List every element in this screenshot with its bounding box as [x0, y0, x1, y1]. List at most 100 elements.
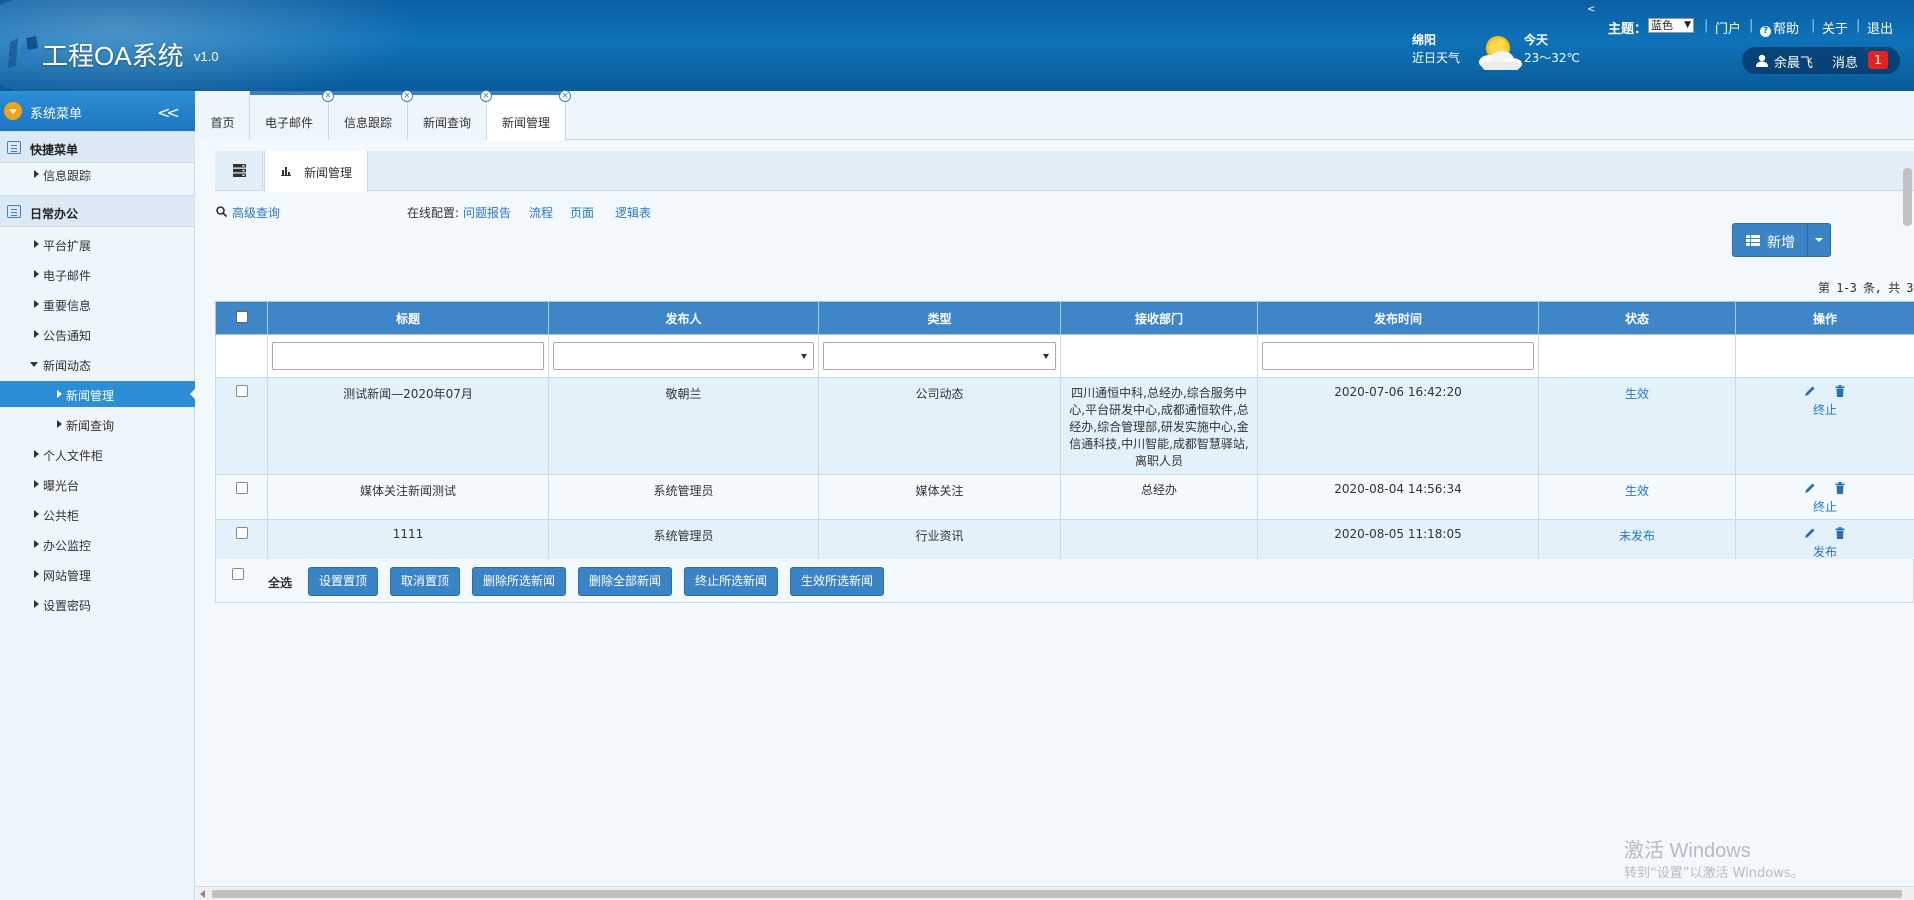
terminate-link[interactable]: 终止 [1736, 498, 1914, 516]
sidebar-item-personal-cabinet[interactable]: 个人文件柜 [0, 441, 195, 467]
sidebar-item-email[interactable]: 电子邮件 [0, 261, 195, 287]
filter-cell [1538, 334, 1736, 378]
help-link[interactable]: ? 帮助 [1760, 18, 1799, 37]
tab-news-query[interactable]: × 新闻查询 [408, 90, 492, 140]
issue-report-link[interactable]: 问题报告 [463, 204, 511, 221]
edit-icon[interactable] [1804, 482, 1816, 494]
close-icon[interactable]: × [559, 90, 571, 102]
vertical-scrollbar[interactable] [1903, 168, 1912, 226]
select-all-checkbox[interactable] [235, 310, 248, 323]
sidebar-item-info-tracking[interactable]: 信息跟踪 [0, 161, 195, 187]
sidebar-item-public-cabinet[interactable]: 公共柜 [0, 501, 195, 527]
sidebar-item-label: 曝光台 [43, 479, 80, 493]
delete-all-button[interactable]: 删除全部新闻 [578, 567, 672, 596]
column-header[interactable]: 状态 [1538, 301, 1736, 335]
close-icon[interactable]: × [322, 90, 334, 102]
close-icon[interactable]: × [401, 90, 413, 102]
chevron-down-icon[interactable] [1815, 238, 1823, 242]
portal-link[interactable]: 门户 [1715, 18, 1741, 37]
close-icon[interactable]: × [480, 90, 492, 102]
status-cell: 未发布 [1538, 519, 1736, 565]
menu-toggle-icon[interactable] [4, 102, 22, 120]
edit-icon[interactable] [1804, 527, 1816, 539]
caret-right-icon [34, 330, 39, 338]
column-header[interactable]: 类型 [818, 301, 1061, 335]
list-icon [7, 141, 21, 154]
sidebar-item-news-query[interactable]: 新闻查询 [0, 411, 195, 437]
tab-email[interactable]: × 电子邮件 [250, 90, 334, 140]
column-header[interactable]: 操作 [1735, 301, 1914, 335]
sidebar-item-exposure[interactable]: 曝光台 [0, 471, 195, 497]
horizontal-scrollbar[interactable] [196, 886, 1914, 900]
select-all-label[interactable]: 全选 [268, 574, 292, 591]
row-checkbox[interactable] [235, 527, 248, 539]
logout-link[interactable]: 退出 [1867, 18, 1893, 37]
header-select-all[interactable] [215, 301, 268, 335]
about-link[interactable]: 关于 [1822, 18, 1848, 37]
tab-info-tracking[interactable]: × 信息跟踪 [329, 90, 413, 140]
row-checkbox[interactable] [235, 385, 248, 397]
activate-selected-button[interactable]: 生效所选新闻 [790, 567, 884, 596]
trash-icon[interactable] [1834, 527, 1846, 539]
advanced-search-link[interactable]: 高级查询 [232, 204, 280, 221]
column-header[interactable]: 接收部门 [1060, 301, 1258, 335]
sidebar-item-news-management[interactable]: 新闻管理 [0, 381, 195, 407]
server-icon[interactable] [215, 151, 263, 191]
workflow-link[interactable]: 流程 [529, 204, 553, 221]
weather-label: 近日天气 [1412, 51, 1461, 65]
sidebar-group-daily-office[interactable]: 日常办公 [0, 195, 195, 227]
tab-home[interactable]: 首页 [196, 91, 250, 140]
sidebar-item-important-info[interactable]: 重要信息 [0, 291, 195, 317]
message-count-badge[interactable]: 1 [1868, 51, 1888, 69]
terminate-selected-button[interactable]: 终止所选新闻 [684, 567, 778, 596]
trash-icon[interactable] [1834, 482, 1846, 494]
publisher-filter-select[interactable] [553, 342, 814, 370]
type-filter-select[interactable] [823, 342, 1056, 370]
sidebar-item-label: 公告通知 [43, 329, 92, 343]
sidebar-item-label: 新闻动态 [43, 359, 92, 373]
user-bar[interactable]: 余晨飞 消息 1 [1742, 47, 1900, 74]
edit-icon[interactable] [1804, 385, 1816, 397]
scrollbar-thumb[interactable] [212, 890, 1902, 898]
sidebar-item-platform-ext[interactable]: 平台扩展 [0, 231, 195, 257]
scroll-left-icon[interactable] [200, 890, 205, 898]
terminate-link[interactable]: 终止 [1736, 401, 1914, 419]
sidebar-item-announcements[interactable]: 公告通知 [0, 321, 195, 347]
page-link[interactable]: 页面 [570, 204, 594, 221]
column-header[interactable]: 发布时间 [1257, 301, 1539, 335]
logic-table-link[interactable]: 逻辑表 [615, 204, 651, 221]
title-filter-input[interactable] [272, 342, 544, 370]
status-link[interactable]: 生效 [1625, 484, 1649, 498]
tab-news-management[interactable]: × 新闻管理 [487, 90, 571, 141]
row-checkbox[interactable] [235, 482, 248, 494]
trash-icon[interactable] [1834, 385, 1846, 397]
title-cell[interactable]: 测试新闻—2020年07月 [267, 377, 549, 475]
sidebar-item-news[interactable]: 新闻动态 [0, 351, 195, 377]
bulk-select-checkbox[interactable] [232, 568, 244, 580]
table-row[interactable]: 1111 系统管理员 行业资讯 2020-08-05 11:18:05 未发布 … [215, 519, 1914, 565]
sidebar-item-set-password[interactable]: 设置密码 [0, 591, 195, 617]
table-row[interactable]: 媒体关注新闻测试 系统管理员 媒体关注 总经办 2020-08-04 14:56… [215, 474, 1914, 520]
set-top-button[interactable]: 设置置顶 [308, 567, 378, 596]
time-cell: 2020-07-06 16:42:20 [1257, 377, 1539, 475]
sidebar-group-quick[interactable]: 快捷菜单 [0, 131, 195, 163]
add-button[interactable]: 新增 [1732, 223, 1831, 257]
status-link[interactable]: 未发布 [1619, 529, 1655, 543]
status-link[interactable]: 生效 [1625, 387, 1649, 401]
collapse-header-icon[interactable]: < [1587, 4, 1595, 15]
delete-selected-button[interactable]: 删除所选新闻 [472, 567, 566, 596]
time-filter-input[interactable] [1262, 342, 1534, 370]
sidebar-item-office-monitor[interactable]: 办公监控 [0, 531, 195, 557]
title-cell[interactable]: 1111 [267, 519, 549, 565]
column-header[interactable]: 标题 [267, 301, 549, 335]
theme-select[interactable]: 蓝色 ▼ [1648, 18, 1694, 33]
collapse-sidebar-icon[interactable]: << [157, 103, 180, 122]
column-header[interactable]: 发布人 [548, 301, 819, 335]
messages-link[interactable]: 消息 [1832, 52, 1858, 71]
cancel-top-button[interactable]: 取消置顶 [390, 567, 460, 596]
tab-strip [487, 91, 565, 95]
title-cell[interactable]: 媒体关注新闻测试 [267, 474, 549, 520]
sidebar-item-website-admin[interactable]: 网站管理 [0, 561, 195, 587]
subtab-news-management[interactable]: 新闻管理 [264, 151, 368, 192]
table-row[interactable]: 测试新闻—2020年07月 敬朝兰 公司动态 四川通恒中科,总经办,综合服务中心… [215, 377, 1914, 475]
